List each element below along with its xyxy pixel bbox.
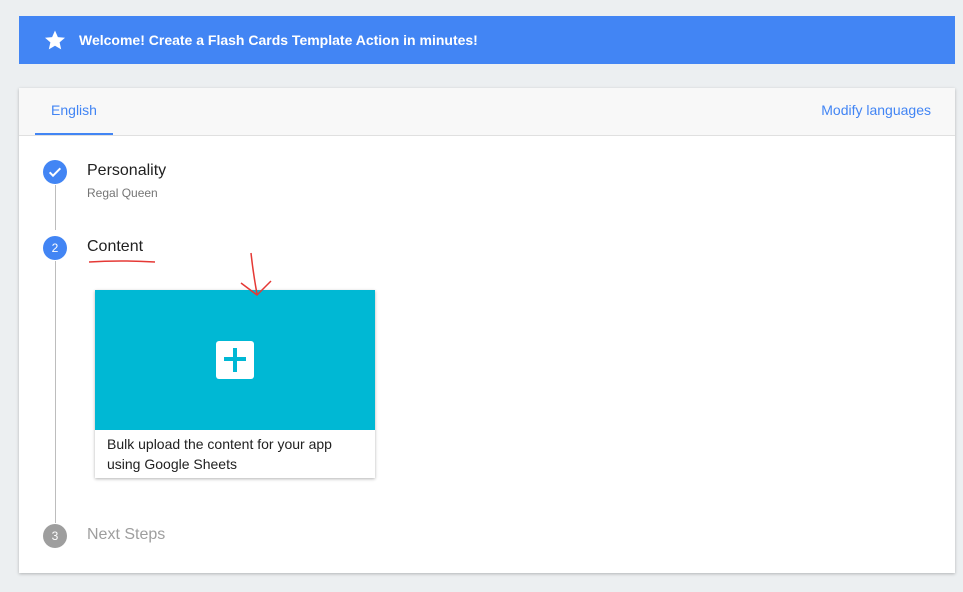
- bulk-upload-card[interactable]: Bulk upload the content for your app usi…: [95, 290, 375, 478]
- welcome-banner: Welcome! Create a Flash Cards Template A…: [19, 16, 955, 64]
- star-icon: [45, 30, 65, 50]
- step-3-title[interactable]: Next Steps: [87, 526, 165, 544]
- step-2-title[interactable]: Content: [87, 238, 143, 256]
- language-tabbar: English Modify languages: [19, 88, 955, 136]
- add-icon: [216, 341, 254, 379]
- banner-message: Welcome! Create a Flash Cards Template A…: [79, 32, 478, 48]
- check-icon: [48, 167, 62, 178]
- upload-card-hero: [95, 290, 375, 430]
- modify-languages-link[interactable]: Modify languages: [821, 102, 931, 118]
- step-1-subtitle: Regal Queen: [87, 186, 158, 200]
- step-2-indicator: 2: [43, 236, 67, 260]
- step-connector: [55, 261, 56, 523]
- upload-card-text: Bulk upload the content for your app usi…: [107, 436, 332, 472]
- editor-card: English Modify languages Personality Reg…: [19, 88, 955, 573]
- step-1-title[interactable]: Personality: [87, 162, 166, 180]
- step-1-indicator: [43, 160, 67, 184]
- step-3-indicator: 3: [43, 524, 67, 548]
- step-connector: [55, 185, 56, 230]
- tab-english[interactable]: English: [35, 88, 113, 135]
